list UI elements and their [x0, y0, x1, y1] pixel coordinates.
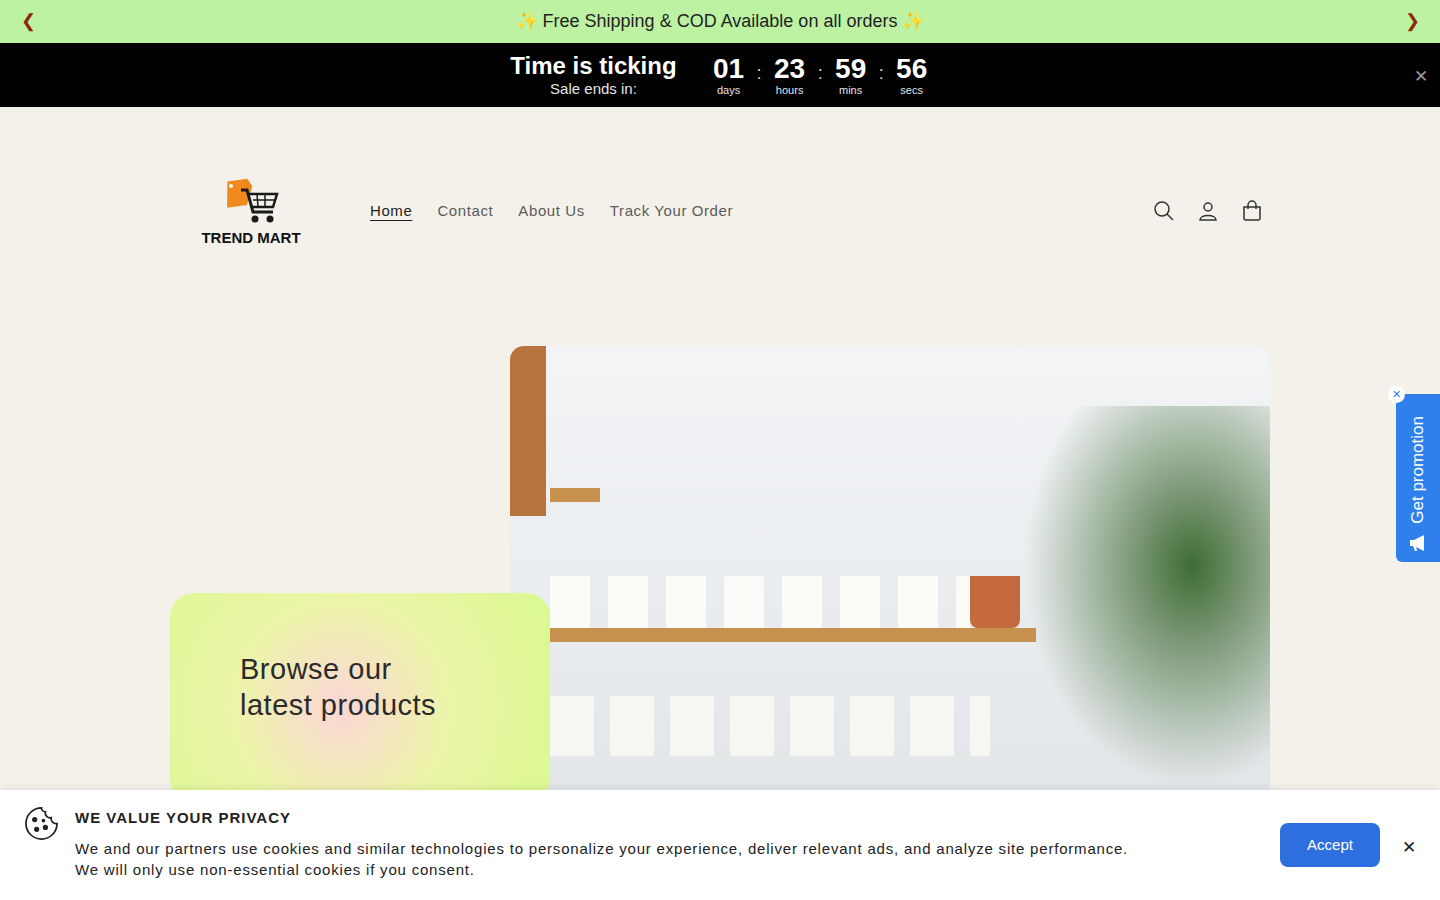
header-inner: TREND MART Home Contact About Us Track Your…: [170, 176, 1270, 246]
plant-shape: [1010, 406, 1270, 806]
close-button[interactable]: ✕: [1414, 64, 1428, 90]
timer-unit: 56secs: [894, 54, 930, 97]
timer-unit: 23hours: [772, 54, 808, 97]
search-icon[interactable]: [1152, 199, 1176, 223]
cookie-line: We and our partners use cookies and simi…: [75, 838, 1128, 859]
timer-label: secs: [900, 84, 923, 97]
countdown-title: Time is ticking: [510, 52, 676, 80]
announcement-text: ✨ Free Shipping & COD Available on all o…: [516, 8, 925, 35]
nav-link[interactable]: Home: [370, 200, 412, 223]
promotion-tab[interactable]: Get promotion ✕: [1396, 394, 1440, 562]
nav-link[interactable]: Track Your Order: [610, 200, 733, 223]
hero-card: Browse ourlatest products: [170, 593, 550, 803]
nav-link[interactable]: About Us: [518, 200, 585, 223]
cookie-line: We will only use non-essential cookies i…: [75, 859, 1128, 880]
timer-label: hours: [776, 84, 804, 97]
account-icon[interactable]: [1196, 199, 1220, 223]
hero: Browse ourlatest products: [0, 315, 1440, 806]
heading-line: latest products: [240, 687, 550, 723]
heading-line: Browse our: [240, 651, 550, 687]
timer-separator: :: [818, 54, 823, 92]
timer-separator: :: [757, 54, 762, 92]
logo[interactable]: TREND MART: [200, 176, 302, 246]
main-nav: Home Contact About Us Track Your Order: [370, 200, 733, 223]
timer-value: 56: [896, 54, 927, 84]
cookie-text: WE VALUE YOUR PRIVACY We and our partner…: [75, 806, 1128, 880]
countdown-bar: Time is ticking Sale ends in: 01days:23h…: [0, 43, 1440, 107]
shelf-shape: [550, 488, 600, 502]
timer-value: 01: [713, 54, 744, 84]
shelf-shape: [510, 628, 1036, 642]
timer-label: days: [717, 84, 740, 97]
logo-text: TREND MART: [201, 230, 300, 246]
hero-heading: Browse ourlatest products: [240, 651, 550, 723]
timer-unit: 59mins: [833, 54, 869, 97]
jars-shape: [550, 696, 990, 756]
hero-inner: Browse ourlatest products: [170, 346, 1270, 806]
bottle-shape: [510, 346, 546, 516]
site-header: TREND MART Home Contact About Us Track Your…: [0, 107, 1440, 315]
nav-link[interactable]: Contact: [437, 200, 493, 223]
cart-logo-icon: [223, 176, 279, 228]
megaphone-icon: [1408, 534, 1428, 552]
cookie-banner: WE VALUE YOUR PRIVACY We and our partner…: [0, 790, 1440, 900]
cookie-title: WE VALUE YOUR PRIVACY: [75, 806, 1128, 830]
timer-separator: :: [879, 54, 884, 92]
cookie-body: We and our partners use cookies and simi…: [75, 838, 1128, 880]
countdown-subtitle: Sale ends in:: [550, 80, 637, 98]
timer-value: 23: [774, 54, 805, 84]
timer-unit: 01days: [711, 54, 747, 97]
jars-shape: [550, 576, 970, 628]
header-icons: [1152, 199, 1264, 223]
cookie-icon: [24, 806, 59, 841]
countdown-timer: 01days:23hours:59mins:56secs: [711, 54, 930, 97]
next-button[interactable]: ❯: [1402, 8, 1422, 35]
timer-label: mins: [839, 84, 862, 97]
cookie-close-button[interactable]: ✕: [1402, 835, 1416, 861]
cart-icon[interactable]: [1240, 199, 1264, 223]
prev-button[interactable]: ❮: [18, 8, 38, 35]
timer-value: 59: [835, 54, 866, 84]
accept-button[interactable]: Accept: [1280, 823, 1380, 867]
promotion-close-button[interactable]: ✕: [1388, 386, 1405, 403]
countdown-content: Time is ticking Sale ends in: 01days:23h…: [510, 52, 929, 98]
promotion-label: Get promotion: [1405, 416, 1431, 524]
hero-image: [510, 346, 1270, 806]
countdown-heading: Time is ticking Sale ends in:: [510, 52, 676, 98]
announcement-bar: ❮ ✨ Free Shipping & COD Available on all…: [0, 0, 1440, 43]
